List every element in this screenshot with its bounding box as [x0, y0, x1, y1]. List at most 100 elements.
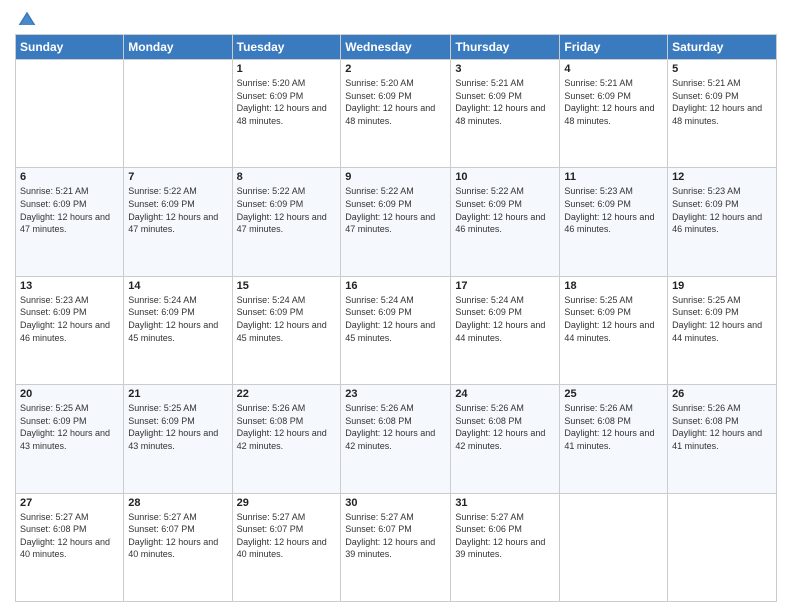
header-wednesday: Wednesday: [341, 35, 451, 60]
day-number: 11: [564, 171, 663, 183]
calendar-cell: 6 Sunrise: 5:21 AM Sunset: 6:09 PM Daylig…: [16, 168, 124, 276]
cell-info: Sunrise: 5:23 AM Sunset: 6:09 PM Dayligh…: [564, 185, 663, 235]
day-number: 23: [345, 388, 446, 400]
calendar-cell: 30 Sunrise: 5:27 AM Sunset: 6:07 PM Dayli…: [341, 493, 451, 601]
weekday-header-row: Sunday Monday Tuesday Wednesday Thursday…: [16, 35, 777, 60]
day-number: 14: [128, 280, 227, 292]
day-number: 27: [20, 497, 119, 509]
calendar-table: Sunday Monday Tuesday Wednesday Thursday…: [15, 34, 777, 602]
calendar-cell: 10 Sunrise: 5:22 AM Sunset: 6:09 PM Dayli…: [451, 168, 560, 276]
header: [15, 10, 777, 26]
calendar-cell: 1Sunrise: 5:20 AM Sunset: 6:09 PM Daylig…: [232, 60, 341, 168]
day-number: 2: [345, 63, 446, 75]
calendar-cell: 13 Sunrise: 5:23 AM Sunset: 6:09 PM Dayli…: [16, 276, 124, 384]
day-number: 24: [455, 388, 555, 400]
calendar-cell: [16, 60, 124, 168]
cell-info: Sunrise: 5:25 AM Sunset: 6:09 PM Dayligh…: [564, 294, 663, 344]
calendar-cell: 19Sunrise: 5:25 AM Sunset: 6:09 PM Dayli…: [668, 276, 777, 384]
day-number: 3: [455, 63, 555, 75]
header-tuesday: Tuesday: [232, 35, 341, 60]
day-number: 31: [455, 497, 555, 509]
day-number: 17: [455, 280, 555, 292]
cell-info: Sunrise: 5:23 AM Sunset: 6:09 PM Dayligh…: [20, 294, 119, 344]
calendar-cell: 9 Sunrise: 5:22 AM Sunset: 6:09 PM Daylig…: [341, 168, 451, 276]
calendar-week-row: 27 Sunrise: 5:27 AM Sunset: 6:08 PM Dayli…: [16, 493, 777, 601]
cell-info: Sunrise: 5:23 AM Sunset: 6:09 PM Dayligh…: [672, 185, 772, 235]
cell-info: Sunrise: 5:27 AM Sunset: 6:07 PM Dayligh…: [237, 511, 337, 561]
calendar-cell: 29 Sunrise: 5:27 AM Sunset: 6:07 PM Dayli…: [232, 493, 341, 601]
cell-info: Sunrise: 5:26 AM Sunset: 6:08 PM Dayligh…: [455, 402, 555, 452]
cell-info: Sunrise: 5:22 AM Sunset: 6:09 PM Dayligh…: [237, 185, 337, 235]
day-number: 20: [20, 388, 119, 400]
header-thursday: Thursday: [451, 35, 560, 60]
day-number: 21: [128, 388, 227, 400]
calendar-cell: 7Sunrise: 5:22 AM Sunset: 6:09 PM Daylig…: [124, 168, 232, 276]
day-number: 19: [672, 280, 772, 292]
calendar-week-row: 20 Sunrise: 5:25 AM Sunset: 6:09 PM Dayli…: [16, 385, 777, 493]
calendar-cell: 12 Sunrise: 5:23 AM Sunset: 6:09 PM Dayli…: [668, 168, 777, 276]
calendar-week-row: 13 Sunrise: 5:23 AM Sunset: 6:09 PM Dayli…: [16, 276, 777, 384]
cell-info: Sunrise: 5:24 AM Sunset: 6:09 PM Dayligh…: [455, 294, 555, 344]
calendar-cell: 4 Sunrise: 5:21 AM Sunset: 6:09 PM Daylig…: [560, 60, 668, 168]
day-number: 29: [237, 497, 337, 509]
cell-info: Sunrise: 5:27 AM Sunset: 6:07 PM Dayligh…: [345, 511, 446, 561]
cell-info: Sunrise: 5:25 AM Sunset: 6:09 PM Dayligh…: [128, 402, 227, 452]
calendar-cell: 24 Sunrise: 5:26 AM Sunset: 6:08 PM Dayli…: [451, 385, 560, 493]
calendar-cell: 2Sunrise: 5:20 AM Sunset: 6:09 PM Daylig…: [341, 60, 451, 168]
day-number: 10: [455, 171, 555, 183]
day-number: 5: [672, 63, 772, 75]
cell-info: Sunrise: 5:24 AM Sunset: 6:09 PM Dayligh…: [237, 294, 337, 344]
calendar-cell: 26 Sunrise: 5:26 AM Sunset: 6:08 PM Dayli…: [668, 385, 777, 493]
logo-icon: [17, 10, 37, 30]
calendar-cell: [668, 493, 777, 601]
day-number: 16: [345, 280, 446, 292]
calendar-cell: 23Sunrise: 5:26 AM Sunset: 6:08 PM Dayli…: [341, 385, 451, 493]
cell-info: Sunrise: 5:22 AM Sunset: 6:09 PM Dayligh…: [345, 185, 446, 235]
day-number: 12: [672, 171, 772, 183]
cell-info: Sunrise: 5:27 AM Sunset: 6:06 PM Dayligh…: [455, 511, 555, 561]
cell-info: Sunrise: 5:20 AM Sunset: 6:09 PM Dayligh…: [237, 77, 337, 127]
cell-info: Sunrise: 5:22 AM Sunset: 6:09 PM Dayligh…: [455, 185, 555, 235]
calendar-cell: 14 Sunrise: 5:24 AM Sunset: 6:09 PM Dayli…: [124, 276, 232, 384]
calendar-cell: 16Sunrise: 5:24 AM Sunset: 6:09 PM Dayli…: [341, 276, 451, 384]
day-number: 8: [237, 171, 337, 183]
cell-info: Sunrise: 5:24 AM Sunset: 6:09 PM Dayligh…: [128, 294, 227, 344]
cell-info: Sunrise: 5:21 AM Sunset: 6:09 PM Dayligh…: [455, 77, 555, 127]
calendar-cell: 5 Sunrise: 5:21 AM Sunset: 6:09 PM Daylig…: [668, 60, 777, 168]
page: Sunday Monday Tuesday Wednesday Thursday…: [0, 0, 792, 612]
calendar-cell: [124, 60, 232, 168]
cell-info: Sunrise: 5:27 AM Sunset: 6:08 PM Dayligh…: [20, 511, 119, 561]
calendar-cell: 28 Sunrise: 5:27 AM Sunset: 6:07 PM Dayli…: [124, 493, 232, 601]
cell-info: Sunrise: 5:26 AM Sunset: 6:08 PM Dayligh…: [564, 402, 663, 452]
cell-info: Sunrise: 5:22 AM Sunset: 6:09 PM Dayligh…: [128, 185, 227, 235]
day-number: 4: [564, 63, 663, 75]
day-number: 15: [237, 280, 337, 292]
calendar-cell: [560, 493, 668, 601]
calendar-cell: 8 Sunrise: 5:22 AM Sunset: 6:09 PM Daylig…: [232, 168, 341, 276]
calendar-cell: 22 Sunrise: 5:26 AM Sunset: 6:08 PM Dayli…: [232, 385, 341, 493]
day-number: 6: [20, 171, 119, 183]
header-friday: Friday: [560, 35, 668, 60]
calendar-cell: 25 Sunrise: 5:26 AM Sunset: 6:08 PM Dayli…: [560, 385, 668, 493]
day-number: 22: [237, 388, 337, 400]
cell-info: Sunrise: 5:21 AM Sunset: 6:09 PM Dayligh…: [672, 77, 772, 127]
cell-info: Sunrise: 5:26 AM Sunset: 6:08 PM Dayligh…: [237, 402, 337, 452]
day-number: 13: [20, 280, 119, 292]
cell-info: Sunrise: 5:27 AM Sunset: 6:07 PM Dayligh…: [128, 511, 227, 561]
header-sunday: Sunday: [16, 35, 124, 60]
day-number: 30: [345, 497, 446, 509]
header-saturday: Saturday: [668, 35, 777, 60]
header-monday: Monday: [124, 35, 232, 60]
cell-info: Sunrise: 5:26 AM Sunset: 6:08 PM Dayligh…: [672, 402, 772, 452]
calendar-week-row: 6 Sunrise: 5:21 AM Sunset: 6:09 PM Daylig…: [16, 168, 777, 276]
calendar-cell: 20Sunrise: 5:25 AM Sunset: 6:09 PM Dayli…: [16, 385, 124, 493]
day-number: 25: [564, 388, 663, 400]
cell-info: Sunrise: 5:21 AM Sunset: 6:09 PM Dayligh…: [20, 185, 119, 235]
cell-info: Sunrise: 5:21 AM Sunset: 6:09 PM Dayligh…: [564, 77, 663, 127]
day-number: 9: [345, 171, 446, 183]
day-number: 18: [564, 280, 663, 292]
calendar-week-row: 1Sunrise: 5:20 AM Sunset: 6:09 PM Daylig…: [16, 60, 777, 168]
day-number: 26: [672, 388, 772, 400]
calendar-cell: 11 Sunrise: 5:23 AM Sunset: 6:09 PM Dayli…: [560, 168, 668, 276]
day-number: 28: [128, 497, 227, 509]
